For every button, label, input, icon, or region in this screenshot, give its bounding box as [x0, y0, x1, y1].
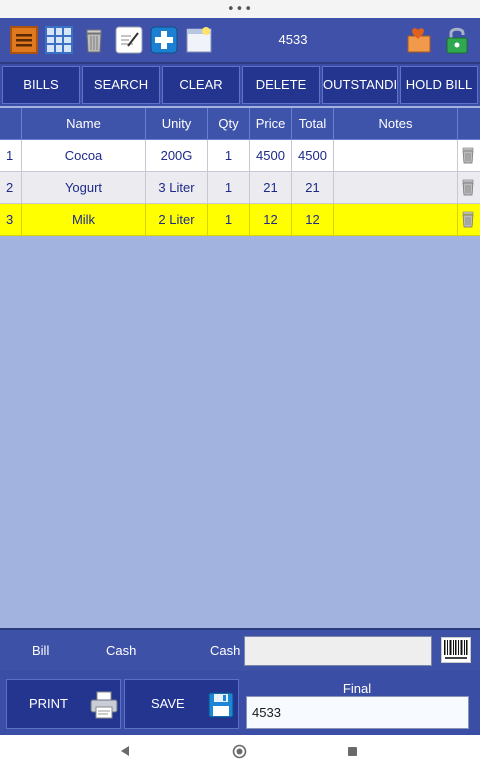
item-qty[interactable]: 1 — [208, 140, 250, 172]
table-row[interactable]: 1 Cocoa 200G 1 4500 4500 — [0, 140, 480, 172]
android-nav-bar — [0, 735, 480, 768]
back-icon[interactable] — [119, 745, 131, 757]
item-qty[interactable]: 1 — [208, 172, 250, 204]
item-notes[interactable] — [334, 172, 458, 204]
save-label: SAVE — [151, 696, 185, 711]
trash-icon[interactable] — [80, 26, 108, 54]
unlock-icon[interactable] — [443, 26, 471, 54]
barcode-icon[interactable] — [441, 637, 471, 663]
bottom-action-bar: PRINT SAVE Final 4533 — [0, 671, 480, 735]
item-notes[interactable] — [334, 140, 458, 172]
row-number: 1 — [0, 140, 22, 172]
header-number — [0, 108, 22, 140]
final-total-field[interactable]: 4533 — [246, 696, 469, 729]
status-dots: ••• — [226, 2, 253, 17]
home-icon[interactable] — [232, 744, 247, 759]
item-unity[interactable]: 3 Liter — [146, 172, 208, 204]
header-delete — [458, 108, 480, 140]
item-qty[interactable]: 1 — [208, 204, 250, 236]
item-price[interactable]: 4500 — [250, 140, 292, 172]
user-heart-icon[interactable] — [406, 26, 434, 54]
table-row[interactable]: 2 Yogurt 3 Liter 1 21 21 — [0, 172, 480, 204]
hold-bill-button[interactable]: HOLD BILL — [400, 66, 478, 104]
cash-label: Cash — [106, 643, 137, 658]
row-trash-icon[interactable] — [461, 147, 475, 164]
item-total: 12 — [292, 204, 334, 236]
recents-icon[interactable] — [347, 746, 358, 757]
search-button[interactable]: SEARCH — [82, 66, 160, 104]
item-price[interactable]: 12 — [250, 204, 292, 236]
table-header-row: Name Unity Qty Price Total Notes — [0, 108, 480, 140]
action-button-row: BILLS SEARCH CLEAR DELETE OUTSTANDI HOLD… — [0, 64, 480, 106]
final-label: Final — [342, 681, 372, 696]
item-unity[interactable]: 200G — [146, 140, 208, 172]
bill-label: Bill — [32, 643, 50, 658]
clear-button[interactable]: CLEAR — [162, 66, 240, 104]
header-price: Price — [250, 108, 292, 140]
payment-bar: Bill Cash Cash — [0, 628, 480, 671]
item-price[interactable]: 21 — [250, 172, 292, 204]
row-number: 3 — [0, 204, 22, 236]
add-icon[interactable] — [150, 26, 178, 54]
row-number: 2 — [0, 172, 22, 204]
item-total: 4500 — [292, 140, 334, 172]
header-total: Total — [292, 108, 334, 140]
item-name[interactable]: Yogurt — [22, 172, 146, 204]
system-status-bar: ••• — [0, 0, 480, 18]
cash-input[interactable] — [244, 636, 432, 666]
header-name: Name — [22, 108, 146, 140]
outstanding-button[interactable]: OUTSTANDI — [322, 66, 398, 104]
menu-icon[interactable] — [10, 26, 38, 54]
app-window: 4533 BILLS SEARCH CLEAR DELETE OUTSTANDI… — [0, 18, 480, 735]
header-notes: Notes — [334, 108, 458, 140]
item-name[interactable]: Cocoa — [22, 140, 146, 172]
print-button[interactable]: PRINT — [6, 679, 121, 729]
top-toolbar: 4533 — [0, 18, 480, 64]
bills-button[interactable]: BILLS — [2, 66, 80, 104]
grid-icon[interactable] — [45, 26, 73, 54]
notes-edit-icon[interactable] — [115, 26, 143, 54]
item-notes[interactable] — [334, 204, 458, 236]
row-trash-icon[interactable] — [461, 179, 475, 196]
floppy-disk-icon — [208, 692, 234, 718]
printer-icon — [90, 691, 118, 719]
row-trash-icon[interactable] — [461, 211, 475, 228]
delete-button[interactable]: DELETE — [242, 66, 320, 104]
header-unity: Unity — [146, 108, 208, 140]
print-label: PRINT — [29, 696, 68, 711]
item-unity[interactable]: 2 Liter — [146, 204, 208, 236]
cash-field-label: Cash — [210, 643, 241, 658]
item-total: 21 — [292, 172, 334, 204]
header-qty: Qty — [208, 108, 250, 140]
item-name[interactable]: Milk — [22, 204, 146, 236]
table-row-selected[interactable]: 3 Milk 2 Liter 1 12 12 — [0, 204, 480, 236]
bill-number: 4533 — [278, 32, 308, 47]
save-button[interactable]: SAVE — [124, 679, 239, 729]
